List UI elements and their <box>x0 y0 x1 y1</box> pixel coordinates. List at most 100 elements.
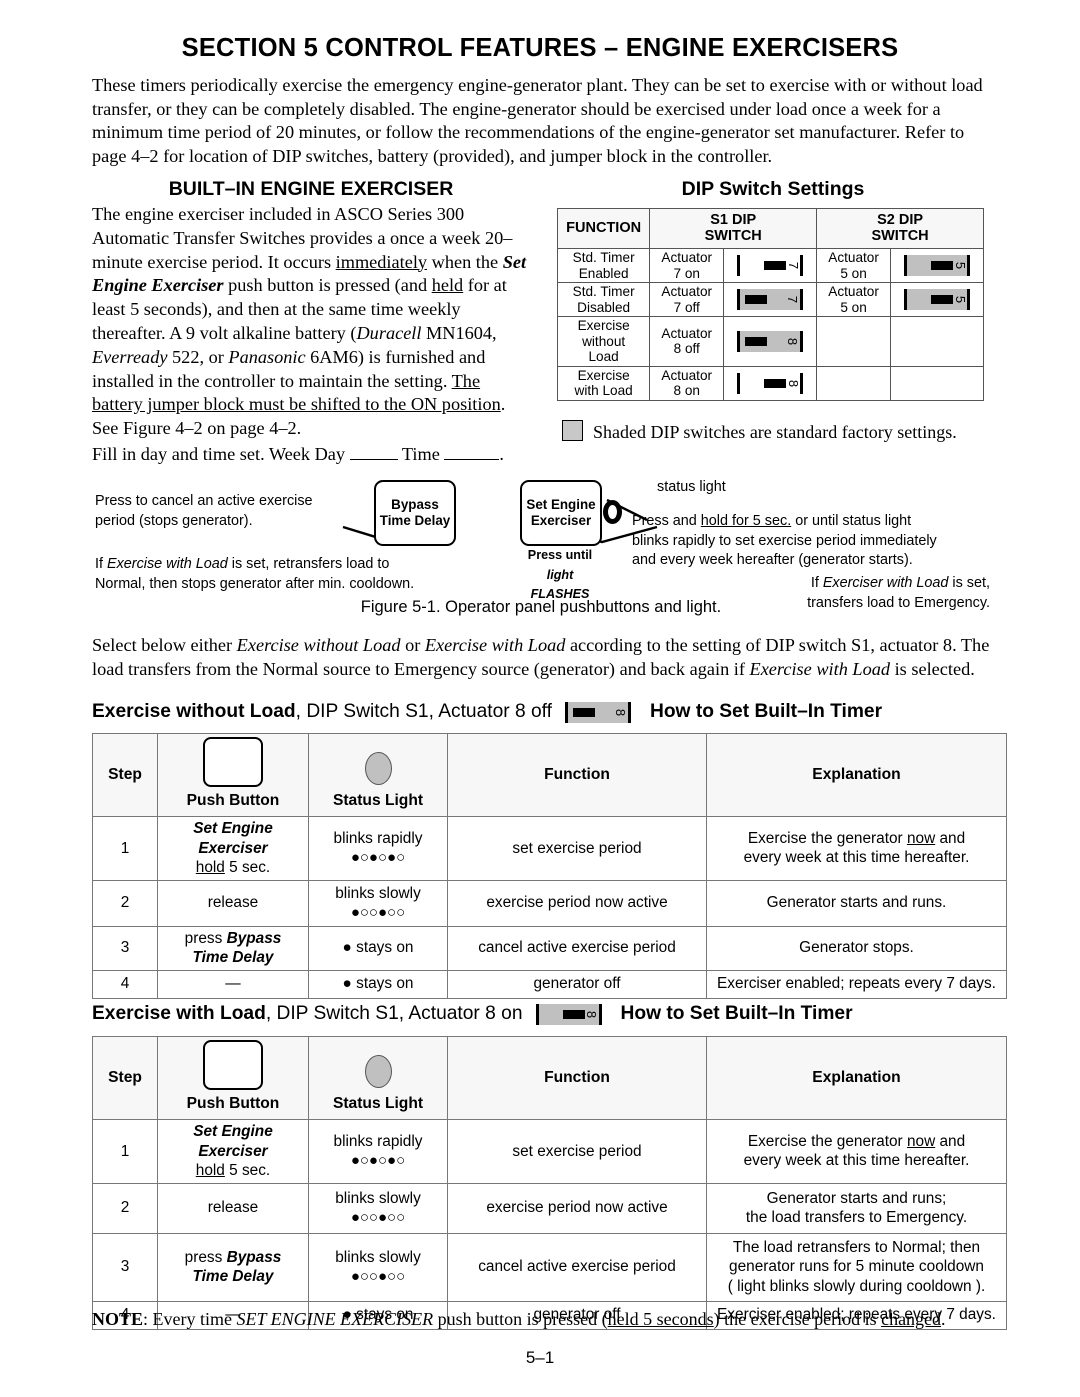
table-row: Std. Timer Enabled Actuator 7 on 7 Actua… <box>556 248 984 283</box>
table-row: 1 Set Engine Exerciser hold 5 sec. blink… <box>92 1119 1007 1184</box>
dip-function-cell: Exercise without Load <box>556 316 651 367</box>
text-run: Press and <box>632 513 701 529</box>
dip-s2-actuator-cell <box>816 316 892 367</box>
emphasis-exercise-with-load-2: Exercise with Load <box>749 658 891 679</box>
text-line: Normal, then stops generator after min. … <box>95 575 415 592</box>
explanation-cell: Generator stops. <box>706 925 1007 971</box>
text-line: with Load <box>574 383 633 398</box>
text-line: Load <box>588 349 619 364</box>
button-label-line1: Bypass <box>391 496 439 512</box>
explanation-cell: Generator starts and runs. <box>706 879 1007 927</box>
dip-switch-number: 8 <box>612 708 628 716</box>
emphasis-held: held <box>431 275 464 296</box>
fill-in-time-label: Time <box>397 444 445 464</box>
dip-settings-title: DIP Switch Settings <box>681 178 865 200</box>
text-line: generator runs for 5 minute cooldown <box>729 1258 984 1276</box>
text-line: and every week hereafter (generator star… <box>632 552 913 568</box>
text-line: Time Delay <box>192 1268 274 1285</box>
time-blank[interactable] <box>444 444 500 460</box>
intro-paragraph: These timers periodically exercise the e… <box>92 75 983 166</box>
text-run: . <box>941 1309 946 1329</box>
table-row: 2 release blinks slowly ●○○●○○ exercise … <box>92 879 1007 927</box>
table-header-row: Step Push Button Status Light Function E… <box>92 1036 1007 1120</box>
text-line: 7 off <box>673 299 700 315</box>
text-run: 522, or <box>167 346 229 367</box>
page-number: 5–1 <box>525 1348 555 1367</box>
text-run: and <box>935 1132 966 1150</box>
dip-s1-switch-cell: 7 <box>723 248 818 283</box>
dip-switch-icon: 7 <box>734 289 806 310</box>
table-row: 3 press Bypass Time Delay ● stays on can… <box>92 925 1007 971</box>
heading-rest-part: , DIP Switch S1, Actuator 8 off <box>295 701 552 722</box>
text-run: press <box>184 1248 227 1266</box>
col-push-button: Push Button <box>157 1036 309 1120</box>
emphasis-exercise-with-load: Exercise with Load <box>107 556 228 572</box>
dip-switch-number: 8 <box>786 379 802 387</box>
step-number: 2 <box>92 1182 158 1234</box>
text-line: blinks rapidly to set exercise period im… <box>632 532 937 549</box>
explanation-cell: Exercise the generator now and every wee… <box>706 816 1007 881</box>
push-button-cell: release <box>157 1182 309 1234</box>
dip-s1-actuator-cell: Actuator 7 off <box>649 282 725 317</box>
dip-switch-icon: 5 <box>901 289 973 310</box>
dip-function-cell: Exercise with Load <box>556 365 651 401</box>
text-line: Enabled <box>578 265 629 281</box>
text-line: every week at this time hereafter. <box>743 1152 970 1170</box>
dip-s2-actuator-cell: Actuator 5 on <box>816 282 892 317</box>
exercise-without-load-table: Step Push Button Status Light Function E… <box>92 733 1007 999</box>
week-day-blank[interactable] <box>349 444 398 460</box>
table-header-row: FUNCTION S1 DIP SWITCH S2 DIP SWITCH <box>556 208 984 249</box>
text-run: Select below either <box>92 635 237 655</box>
emphasis-changed: changed <box>881 1309 942 1329</box>
text-line: Exercise <box>577 318 630 333</box>
heading-rest-part: , DIP Switch S1, Actuator 8 on <box>265 1003 523 1024</box>
col-function: Function <box>447 733 707 817</box>
emphasis-exerciser-with-load: Exerciser with Load <box>822 575 949 591</box>
emphasis-immediately: immediately <box>335 251 428 272</box>
exercise-with-load-heading: Exercise with Load, DIP Switch S1, Actua… <box>92 999 1002 1029</box>
status-light-cell: blinks slowly ●○○●○○ <box>308 879 448 927</box>
text-line: Std. Timer <box>572 250 635 265</box>
text-line: Actuator <box>661 284 713 299</box>
status-light-cell: blinks rapidly ●○●○●○ <box>308 1119 448 1184</box>
status-text: blinks rapidly <box>333 1132 423 1150</box>
dip-switch-icon: 7 <box>734 255 806 276</box>
text-line: Exercise <box>577 367 630 383</box>
table-row: 4 — ● stays on generator off Exerciser e… <box>92 969 1007 999</box>
emphasis-exercise-without-load: Exercise without Load <box>236 635 401 655</box>
emphasis-now: now <box>906 829 936 847</box>
blink-pattern-dots: ●○○●○○ <box>350 904 406 921</box>
dip-s2-actuator-cell: Actuator 5 on <box>816 248 892 283</box>
push-button-cell: Set Engine Exerciser hold 5 sec. <box>157 816 309 881</box>
step-number: 1 <box>92 1119 158 1184</box>
set-engine-exerciser-button[interactable]: Set Engine Exerciser <box>520 480 602 546</box>
function-cell: exercise period now active <box>447 879 707 927</box>
text-run: Exercise the generator <box>747 1132 907 1150</box>
status-text: blinks rapidly <box>333 829 423 847</box>
col-explanation: Explanation <box>706 733 1007 817</box>
text-line: Actuator <box>828 284 879 299</box>
dip-s1-actuator-cell: Actuator 7 on <box>649 248 725 283</box>
fill-in-label: Fill in day and time set. Week Day <box>92 444 350 464</box>
emphasis-set-engine-exerciser: SET ENGINE EXERCISER <box>236 1309 434 1329</box>
text-run: : Every time <box>143 1309 237 1329</box>
col-status-light-label: Status Light <box>332 791 424 809</box>
text-line: without <box>582 333 626 349</box>
col-status-light: Status Light <box>308 1036 448 1120</box>
button-label-line2: Exerciser <box>530 513 592 528</box>
status-light-cell: blinks rapidly ●○●○●○ <box>308 816 448 881</box>
text-line: ( light blinks slowly during cooldown ). <box>727 1277 986 1295</box>
function-cell: generator off <box>447 969 707 999</box>
bypass-description: Press to cancel an active exercise perio… <box>95 492 345 531</box>
text-run: when the <box>427 251 503 272</box>
text-line: Press to cancel an active exercise <box>95 493 313 509</box>
blink-pattern-dots: ●○●○●○ <box>350 1152 406 1170</box>
bypass-time-delay-button[interactable]: Bypass Time Delay <box>374 480 456 546</box>
function-cell: set exercise period <box>447 816 707 881</box>
table-row: 2 release blinks slowly ●○○●○○ exercise … <box>92 1182 1007 1234</box>
col-status-light: Status Light <box>308 733 448 817</box>
page-title: SECTION 5 CONTROL FEATURES – ENGINE EXER… <box>181 34 899 62</box>
push-button-cell: release <box>157 879 309 927</box>
text-run: or <box>400 635 425 655</box>
step-number: 3 <box>92 925 158 971</box>
